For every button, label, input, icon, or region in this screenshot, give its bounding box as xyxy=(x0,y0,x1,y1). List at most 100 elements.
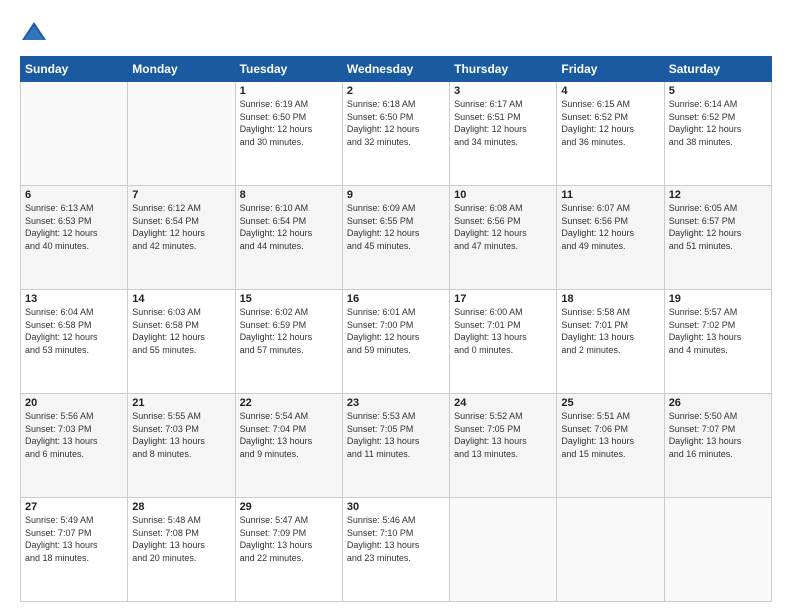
day-info: Sunrise: 6:01 AM Sunset: 7:00 PM Dayligh… xyxy=(347,306,445,356)
calendar-cell: 2Sunrise: 6:18 AM Sunset: 6:50 PM Daylig… xyxy=(342,82,449,186)
calendar-cell: 14Sunrise: 6:03 AM Sunset: 6:58 PM Dayli… xyxy=(128,290,235,394)
day-info: Sunrise: 6:02 AM Sunset: 6:59 PM Dayligh… xyxy=(240,306,338,356)
day-number: 18 xyxy=(561,293,659,305)
day-info: Sunrise: 6:14 AM Sunset: 6:52 PM Dayligh… xyxy=(669,98,767,148)
day-number: 6 xyxy=(25,189,123,201)
day-info: Sunrise: 5:49 AM Sunset: 7:07 PM Dayligh… xyxy=(25,514,123,564)
day-info: Sunrise: 6:05 AM Sunset: 6:57 PM Dayligh… xyxy=(669,202,767,252)
calendar-cell xyxy=(664,498,771,602)
calendar-cell: 12Sunrise: 6:05 AM Sunset: 6:57 PM Dayli… xyxy=(664,186,771,290)
day-number: 22 xyxy=(240,397,338,409)
calendar-cell: 16Sunrise: 6:01 AM Sunset: 7:00 PM Dayli… xyxy=(342,290,449,394)
day-number: 29 xyxy=(240,501,338,513)
calendar-cell xyxy=(450,498,557,602)
calendar-cell: 13Sunrise: 6:04 AM Sunset: 6:58 PM Dayli… xyxy=(21,290,128,394)
calendar-week-row: 27Sunrise: 5:49 AM Sunset: 7:07 PM Dayli… xyxy=(21,498,772,602)
logo-icon xyxy=(20,18,48,46)
calendar-cell: 29Sunrise: 5:47 AM Sunset: 7:09 PM Dayli… xyxy=(235,498,342,602)
day-number: 21 xyxy=(132,397,230,409)
calendar-cell xyxy=(557,498,664,602)
day-number: 14 xyxy=(132,293,230,305)
day-number: 3 xyxy=(454,85,552,97)
weekday-header: Monday xyxy=(128,57,235,82)
day-info: Sunrise: 6:00 AM Sunset: 7:01 PM Dayligh… xyxy=(454,306,552,356)
calendar-week-row: 20Sunrise: 5:56 AM Sunset: 7:03 PM Dayli… xyxy=(21,394,772,498)
day-number: 13 xyxy=(25,293,123,305)
calendar-cell: 26Sunrise: 5:50 AM Sunset: 7:07 PM Dayli… xyxy=(664,394,771,498)
day-number: 19 xyxy=(669,293,767,305)
day-number: 23 xyxy=(347,397,445,409)
weekday-header: Friday xyxy=(557,57,664,82)
day-number: 15 xyxy=(240,293,338,305)
day-info: Sunrise: 5:57 AM Sunset: 7:02 PM Dayligh… xyxy=(669,306,767,356)
calendar-cell: 17Sunrise: 6:00 AM Sunset: 7:01 PM Dayli… xyxy=(450,290,557,394)
day-info: Sunrise: 6:09 AM Sunset: 6:55 PM Dayligh… xyxy=(347,202,445,252)
day-number: 9 xyxy=(347,189,445,201)
calendar-cell: 21Sunrise: 5:55 AM Sunset: 7:03 PM Dayli… xyxy=(128,394,235,498)
calendar-cell: 24Sunrise: 5:52 AM Sunset: 7:05 PM Dayli… xyxy=(450,394,557,498)
day-info: Sunrise: 5:51 AM Sunset: 7:06 PM Dayligh… xyxy=(561,410,659,460)
day-info: Sunrise: 5:56 AM Sunset: 7:03 PM Dayligh… xyxy=(25,410,123,460)
logo xyxy=(20,18,52,46)
day-info: Sunrise: 6:10 AM Sunset: 6:54 PM Dayligh… xyxy=(240,202,338,252)
day-number: 4 xyxy=(561,85,659,97)
header xyxy=(20,18,772,46)
calendar-cell: 25Sunrise: 5:51 AM Sunset: 7:06 PM Dayli… xyxy=(557,394,664,498)
calendar-cell: 20Sunrise: 5:56 AM Sunset: 7:03 PM Dayli… xyxy=(21,394,128,498)
day-number: 16 xyxy=(347,293,445,305)
calendar-cell: 23Sunrise: 5:53 AM Sunset: 7:05 PM Dayli… xyxy=(342,394,449,498)
day-info: Sunrise: 6:13 AM Sunset: 6:53 PM Dayligh… xyxy=(25,202,123,252)
calendar-cell: 30Sunrise: 5:46 AM Sunset: 7:10 PM Dayli… xyxy=(342,498,449,602)
day-number: 2 xyxy=(347,85,445,97)
day-info: Sunrise: 5:55 AM Sunset: 7:03 PM Dayligh… xyxy=(132,410,230,460)
day-info: Sunrise: 6:19 AM Sunset: 6:50 PM Dayligh… xyxy=(240,98,338,148)
weekday-header: Tuesday xyxy=(235,57,342,82)
day-number: 25 xyxy=(561,397,659,409)
weekday-header-row: SundayMondayTuesdayWednesdayThursdayFrid… xyxy=(21,57,772,82)
calendar-page: SundayMondayTuesdayWednesdayThursdayFrid… xyxy=(0,0,792,612)
day-number: 11 xyxy=(561,189,659,201)
calendar-cell: 15Sunrise: 6:02 AM Sunset: 6:59 PM Dayli… xyxy=(235,290,342,394)
day-info: Sunrise: 5:58 AM Sunset: 7:01 PM Dayligh… xyxy=(561,306,659,356)
calendar-cell xyxy=(128,82,235,186)
day-number: 10 xyxy=(454,189,552,201)
day-number: 5 xyxy=(669,85,767,97)
weekday-header: Saturday xyxy=(664,57,771,82)
calendar-cell: 5Sunrise: 6:14 AM Sunset: 6:52 PM Daylig… xyxy=(664,82,771,186)
day-info: Sunrise: 5:47 AM Sunset: 7:09 PM Dayligh… xyxy=(240,514,338,564)
weekday-header: Wednesday xyxy=(342,57,449,82)
day-info: Sunrise: 6:08 AM Sunset: 6:56 PM Dayligh… xyxy=(454,202,552,252)
calendar-cell: 1Sunrise: 6:19 AM Sunset: 6:50 PM Daylig… xyxy=(235,82,342,186)
day-info: Sunrise: 5:50 AM Sunset: 7:07 PM Dayligh… xyxy=(669,410,767,460)
day-info: Sunrise: 5:52 AM Sunset: 7:05 PM Dayligh… xyxy=(454,410,552,460)
calendar-cell: 7Sunrise: 6:12 AM Sunset: 6:54 PM Daylig… xyxy=(128,186,235,290)
calendar-cell: 11Sunrise: 6:07 AM Sunset: 6:56 PM Dayli… xyxy=(557,186,664,290)
calendar-cell: 22Sunrise: 5:54 AM Sunset: 7:04 PM Dayli… xyxy=(235,394,342,498)
day-number: 12 xyxy=(669,189,767,201)
calendar-cell: 18Sunrise: 5:58 AM Sunset: 7:01 PM Dayli… xyxy=(557,290,664,394)
calendar-cell: 10Sunrise: 6:08 AM Sunset: 6:56 PM Dayli… xyxy=(450,186,557,290)
calendar-cell: 8Sunrise: 6:10 AM Sunset: 6:54 PM Daylig… xyxy=(235,186,342,290)
calendar-cell: 28Sunrise: 5:48 AM Sunset: 7:08 PM Dayli… xyxy=(128,498,235,602)
day-number: 1 xyxy=(240,85,338,97)
calendar-week-row: 6Sunrise: 6:13 AM Sunset: 6:53 PM Daylig… xyxy=(21,186,772,290)
day-info: Sunrise: 5:53 AM Sunset: 7:05 PM Dayligh… xyxy=(347,410,445,460)
day-info: Sunrise: 6:07 AM Sunset: 6:56 PM Dayligh… xyxy=(561,202,659,252)
day-info: Sunrise: 6:03 AM Sunset: 6:58 PM Dayligh… xyxy=(132,306,230,356)
calendar-table: SundayMondayTuesdayWednesdayThursdayFrid… xyxy=(20,56,772,602)
day-info: Sunrise: 6:12 AM Sunset: 6:54 PM Dayligh… xyxy=(132,202,230,252)
calendar-week-row: 1Sunrise: 6:19 AM Sunset: 6:50 PM Daylig… xyxy=(21,82,772,186)
calendar-cell xyxy=(21,82,128,186)
calendar-cell: 6Sunrise: 6:13 AM Sunset: 6:53 PM Daylig… xyxy=(21,186,128,290)
day-info: Sunrise: 5:48 AM Sunset: 7:08 PM Dayligh… xyxy=(132,514,230,564)
day-number: 27 xyxy=(25,501,123,513)
day-info: Sunrise: 5:54 AM Sunset: 7:04 PM Dayligh… xyxy=(240,410,338,460)
day-info: Sunrise: 6:15 AM Sunset: 6:52 PM Dayligh… xyxy=(561,98,659,148)
calendar-cell: 3Sunrise: 6:17 AM Sunset: 6:51 PM Daylig… xyxy=(450,82,557,186)
day-number: 8 xyxy=(240,189,338,201)
day-info: Sunrise: 5:46 AM Sunset: 7:10 PM Dayligh… xyxy=(347,514,445,564)
day-number: 30 xyxy=(347,501,445,513)
day-info: Sunrise: 6:17 AM Sunset: 6:51 PM Dayligh… xyxy=(454,98,552,148)
calendar-week-row: 13Sunrise: 6:04 AM Sunset: 6:58 PM Dayli… xyxy=(21,290,772,394)
day-info: Sunrise: 6:18 AM Sunset: 6:50 PM Dayligh… xyxy=(347,98,445,148)
